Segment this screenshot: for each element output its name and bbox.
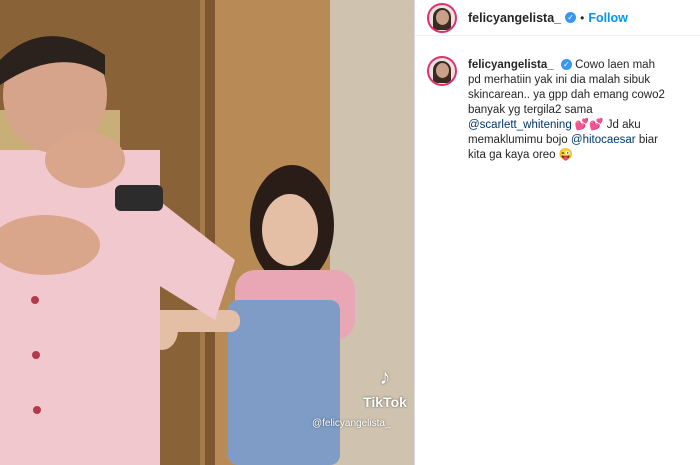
tiktok-watermark: ♪ TikTok [356, 364, 414, 411]
caption: felicyangelista_ ✓ Cowo laen mah pd merh… [415, 36, 700, 163]
avatar[interactable] [427, 2, 457, 33]
mention-scarlett-whitening[interactable]: @scarlett_whitening [468, 119, 572, 131]
post-video[interactable]: ♪ TikTok @felicyangelista_ [0, 0, 414, 465]
post-header: felicyangelista_ ✓ • Follow [415, 0, 700, 36]
watermark-handle: @felicyangelista_ [312, 418, 391, 429]
video-frame [0, 0, 414, 465]
mention-hitocaesar[interactable]: @hitocaesar [571, 134, 636, 146]
avatar-face [436, 63, 449, 78]
caption-text: felicyangelista_ ✓ Cowo laen mah pd merh… [468, 58, 668, 163]
verified-badge-icon: ✓ [565, 12, 577, 23]
verified-badge-icon: ✓ [560, 59, 572, 71]
tiktok-logo-icon: ♪ [379, 364, 391, 389]
avatar-face [436, 9, 449, 25]
caption-username[interactable]: felicyangelista_ [468, 59, 554, 71]
header-username[interactable]: felicyangelista_ [468, 11, 561, 25]
follow-button[interactable]: Follow [588, 11, 628, 25]
tiktok-name: TikTok [363, 394, 407, 410]
caption-avatar[interactable] [427, 56, 457, 86]
separator-dot: • [580, 10, 585, 25]
post-side-panel: felicyangelista_ ✓ • Follow felicyangeli… [414, 0, 700, 465]
